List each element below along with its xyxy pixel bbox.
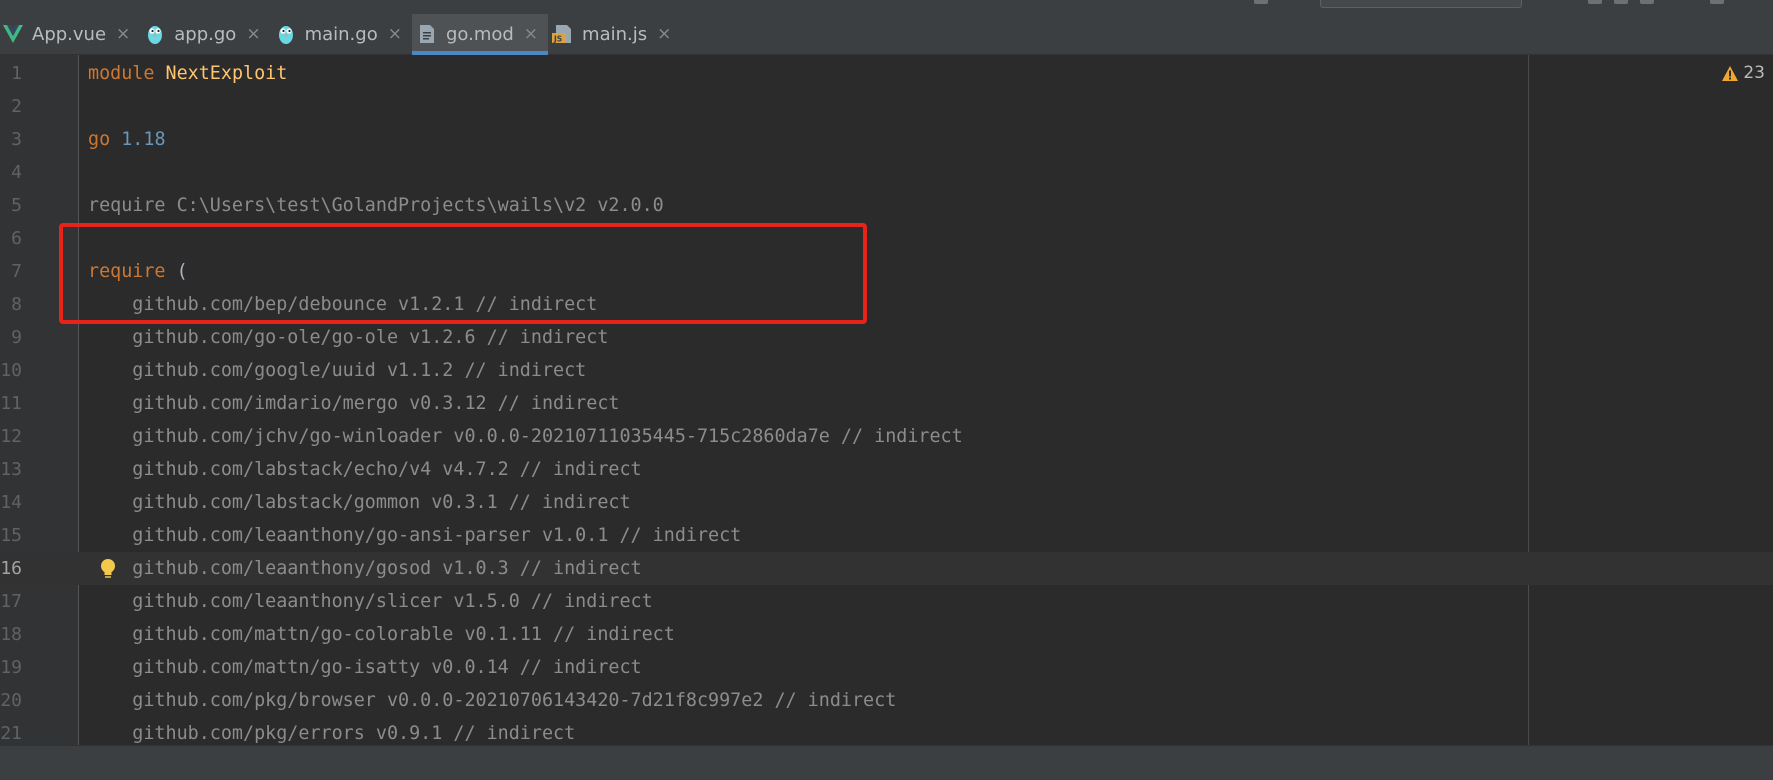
code-text: github.com/pkg/browser v0.0.0-2021070614… bbox=[88, 690, 897, 711]
code-text: github.com/leaanthony/gosod v1.0.3 // in… bbox=[88, 558, 642, 579]
lightbulb-icon[interactable] bbox=[98, 558, 118, 580]
line-number: 10 bbox=[0, 360, 22, 381]
code-text: github.com/labstack/echo/v4 v4.7.2 // in… bbox=[88, 459, 642, 480]
editor-tab-bar: App.vue × app.go × main.go × go.mod × JS main.js × bbox=[0, 14, 1773, 55]
vue-icon bbox=[2, 23, 24, 45]
code-line[interactable]: 8 github.com/bep/debounce v1.2.1 // indi… bbox=[0, 288, 1773, 321]
code-line[interactable]: 2 bbox=[0, 90, 1773, 123]
warning-count: 23 bbox=[1743, 63, 1765, 83]
code-line[interactable]: 13 github.com/labstack/echo/v4 v4.7.2 //… bbox=[0, 453, 1773, 486]
line-number: 2 bbox=[11, 96, 22, 117]
line-number: 11 bbox=[0, 393, 22, 414]
code-text: github.com/labstack/gommon v0.3.1 // ind… bbox=[88, 492, 631, 513]
code-line[interactable]: 3 go 1.18 bbox=[0, 123, 1773, 156]
js-file-icon: JS bbox=[552, 23, 574, 45]
run-config-selector[interactable] bbox=[1320, 0, 1522, 8]
line-number: 13 bbox=[0, 459, 22, 480]
code-line[interactable]: 1 module NextExploit bbox=[0, 57, 1773, 90]
code-text: github.com/leaanthony/go-ansi-parser v1.… bbox=[88, 525, 742, 546]
line-number: 17 bbox=[0, 591, 22, 612]
code-text: github.com/mattn/go-colorable v0.1.11 //… bbox=[88, 624, 675, 645]
toolbar-icon[interactable] bbox=[1614, 0, 1628, 4]
line-number: 4 bbox=[11, 162, 22, 183]
toolbar-strip bbox=[0, 0, 1773, 14]
code-text: module NextExploit bbox=[88, 63, 288, 84]
code-line[interactable]: 7 require ( bbox=[0, 255, 1773, 288]
close-icon[interactable]: × bbox=[657, 24, 671, 44]
tab-main-js[interactable]: JS main.js × bbox=[548, 14, 681, 54]
code-line[interactable]: 15 github.com/leaanthony/go-ansi-parser … bbox=[0, 519, 1773, 552]
code-text: github.com/google/uuid v1.1.2 // indirec… bbox=[88, 360, 587, 381]
code-line[interactable]: 11 github.com/imdario/mergo v0.3.12 // i… bbox=[0, 387, 1773, 420]
inspection-warnings[interactable]: 23 bbox=[1721, 63, 1765, 83]
code-text: github.com/jchv/go-winloader v0.0.0-2021… bbox=[88, 426, 963, 447]
code-line[interactable]: 4 bbox=[0, 156, 1773, 189]
code-line[interactable]: 9 github.com/go-ole/go-ole v1.2.6 // ind… bbox=[0, 321, 1773, 354]
code-text: github.com/bep/debounce v1.2.1 // indire… bbox=[88, 294, 598, 315]
toolbar-icon[interactable] bbox=[1588, 0, 1602, 4]
code-line[interactable]: 6 bbox=[0, 222, 1773, 255]
close-icon[interactable]: × bbox=[524, 24, 538, 44]
code-editor[interactable]: 1 module NextExploit 2 3 go 1.18 4 5 require C:… bbox=[0, 55, 1773, 745]
code-line[interactable]: 18 github.com/mattn/go-colorable v0.1.11… bbox=[0, 618, 1773, 651]
line-number: 1 bbox=[11, 63, 22, 84]
tab-label: main.js bbox=[582, 23, 648, 45]
line-number: 16 bbox=[0, 558, 22, 579]
code-text: go 1.18 bbox=[88, 129, 166, 150]
code-text: require ( bbox=[88, 261, 188, 282]
tab-app-vue[interactable]: App.vue × bbox=[0, 14, 140, 54]
toolbar-icon[interactable] bbox=[1254, 0, 1268, 4]
line-number: 7 bbox=[11, 261, 22, 282]
code-text: github.com/go-ole/go-ole v1.2.6 // indir… bbox=[88, 327, 609, 348]
code-line[interactable]: 19 github.com/mattn/go-isatty v0.0.14 //… bbox=[0, 651, 1773, 684]
line-number: 18 bbox=[0, 624, 22, 645]
line-number: 8 bbox=[11, 294, 22, 315]
status-bar bbox=[0, 745, 1773, 780]
line-number: 20 bbox=[0, 690, 22, 711]
code-line[interactable]: 12 github.com/jchv/go-winloader v0.0.0-2… bbox=[0, 420, 1773, 453]
gopher-icon bbox=[275, 23, 297, 45]
tab-go-mod[interactable]: go.mod × bbox=[411, 14, 549, 55]
code-line[interactable]: 16 github.com/leaanthony/gosod v1.0.3 //… bbox=[0, 552, 1773, 585]
toolbar-icon[interactable] bbox=[1710, 0, 1724, 4]
close-icon[interactable]: × bbox=[246, 24, 260, 44]
line-number: 3 bbox=[11, 129, 22, 150]
gopher-icon bbox=[144, 23, 166, 45]
line-number: 6 bbox=[11, 228, 22, 249]
warning-icon bbox=[1722, 65, 1739, 81]
code-line[interactable]: 17 github.com/leaanthony/slicer v1.5.0 /… bbox=[0, 585, 1773, 618]
tab-main-go[interactable]: main.go × bbox=[271, 14, 412, 54]
code-line[interactable]: 5 require C:\Users\test\GolandProjects\wa… bbox=[0, 189, 1773, 222]
code-line[interactable]: 14 github.com/labstack/gommon v0.3.1 // … bbox=[0, 486, 1773, 519]
code-text: github.com/imdario/mergo v0.3.12 // indi… bbox=[88, 393, 620, 414]
code-line[interactable]: 20 github.com/pkg/browser v0.0.0-2021070… bbox=[0, 684, 1773, 717]
code-line[interactable]: 10 github.com/google/uuid v1.1.2 // indi… bbox=[0, 354, 1773, 387]
svg-text:JS: JS bbox=[553, 35, 562, 44]
code-text: github.com/mattn/go-isatty v0.0.14 // in… bbox=[88, 657, 642, 678]
line-number: 5 bbox=[11, 195, 22, 216]
line-number: 12 bbox=[0, 426, 22, 447]
line-number: 14 bbox=[0, 492, 22, 513]
tab-label: main.go bbox=[304, 23, 378, 45]
line-number: 9 bbox=[11, 327, 22, 348]
toolbar-icon[interactable] bbox=[1640, 0, 1654, 4]
tab-label: go.mod bbox=[445, 23, 514, 45]
tab-label: app.go bbox=[174, 23, 237, 45]
tab-app-go[interactable]: app.go × bbox=[140, 14, 270, 54]
tab-label: App.vue bbox=[32, 23, 107, 45]
file-icon bbox=[416, 23, 438, 45]
close-icon[interactable]: × bbox=[388, 24, 402, 44]
code-text: require C:\Users\test\GolandProjects\wai… bbox=[88, 195, 664, 216]
close-icon[interactable]: × bbox=[116, 24, 130, 44]
line-number: 15 bbox=[0, 525, 22, 546]
code-text: github.com/leaanthony/slicer v1.5.0 // i… bbox=[88, 591, 653, 612]
line-number: 19 bbox=[0, 657, 22, 678]
